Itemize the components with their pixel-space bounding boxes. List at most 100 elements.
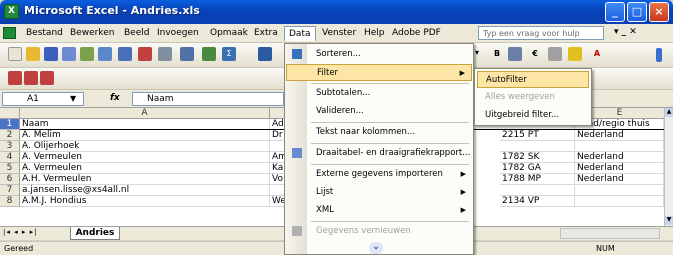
toolbar-options-icon[interactable] xyxy=(656,48,662,62)
cell-a[interactable]: A. Olijerhoek xyxy=(20,141,270,152)
excel-app-icon[interactable]: X xyxy=(4,4,19,19)
cell-a[interactable]: A. Vermeulen xyxy=(20,163,270,174)
row-header[interactable]: 4 xyxy=(0,152,20,163)
review-icon-3[interactable] xyxy=(40,71,54,85)
bold-icon[interactable]: B xyxy=(490,47,504,61)
menu-item-draaitabel[interactable]: Draaitabel- en draaigrafiekrapport... xyxy=(286,145,472,162)
cell-a[interactable]: A.H. Vermeulen xyxy=(20,174,270,185)
cell-d[interactable] xyxy=(500,185,575,196)
menu-bewerken[interactable]: Bewerken xyxy=(66,26,118,41)
menu-extra[interactable]: Extra xyxy=(250,26,282,41)
sort-ascending-icon[interactable] xyxy=(258,47,272,61)
review-icon-1[interactable] xyxy=(8,71,22,85)
menu-data[interactable]: Data xyxy=(284,26,316,41)
review-icon-2[interactable] xyxy=(24,71,38,85)
expand-menu-icon[interactable]: ⌄ xyxy=(369,242,383,254)
menu-item-alles-weergeven[interactable]: Alles weergeven xyxy=(477,89,589,106)
menu-item-autofilter[interactable]: AutoFilter xyxy=(477,71,589,88)
menu-invoegen[interactable]: Invoegen xyxy=(153,26,203,41)
cell-e[interactable]: Nederland xyxy=(575,174,664,185)
menu-item-tekst-naar-kolommen[interactable]: Tekst naar kolommen... xyxy=(286,124,472,141)
scroll-down-icon[interactable]: ▼ xyxy=(665,216,673,225)
cell-e[interactable] xyxy=(575,185,664,196)
cell-d[interactable]: 1782 SK xyxy=(500,152,575,163)
copy-icon[interactable] xyxy=(158,47,172,61)
menu-help[interactable]: Help xyxy=(360,26,389,41)
document-icon[interactable] xyxy=(3,27,16,39)
cell-a[interactable]: a.jansen.lisse@xs4all.nl xyxy=(20,185,270,196)
minimize-button[interactable]: _ xyxy=(605,2,625,22)
menu-item-subtotalen[interactable]: Subtotalen... xyxy=(286,85,472,102)
menu-adobe-pdf[interactable]: Adobe PDF xyxy=(388,26,445,41)
row-header[interactable]: 6 xyxy=(0,174,20,185)
menu-bar: Bestand Bewerken Beeld Invoegen Opmaak E… xyxy=(0,24,673,43)
cut-icon[interactable] xyxy=(138,47,152,61)
row-header[interactable]: 8 xyxy=(0,196,20,207)
cell-d[interactable]: 2215 PT xyxy=(500,130,575,141)
cell-a[interactable]: A. Vermeulen xyxy=(20,152,270,163)
menu-item-xml[interactable]: XML ▶ xyxy=(286,202,472,219)
save-icon[interactable] xyxy=(44,47,58,61)
cell-a[interactable]: A.M.J. Hondius xyxy=(20,196,270,207)
close-button[interactable]: × xyxy=(649,2,669,22)
menu-opmaak[interactable]: Opmaak xyxy=(206,26,252,41)
row-header[interactable]: 1 xyxy=(0,119,20,130)
horizontal-scrollbar[interactable] xyxy=(560,228,660,239)
document-window-controls[interactable]: ▾ _ ✕ xyxy=(614,27,637,37)
cell-d[interactable] xyxy=(500,141,575,152)
new-icon[interactable] xyxy=(8,47,22,61)
fill-color-icon[interactable] xyxy=(568,47,582,61)
toolbar-dropdown-icon[interactable]: ▾ xyxy=(475,48,483,60)
name-box-dropdown-icon[interactable]: ▼ xyxy=(70,94,76,103)
select-all-corner[interactable] xyxy=(0,108,20,119)
menu-item-externe-gegevens[interactable]: Externe gegevens importeren ▶ xyxy=(286,166,472,183)
menu-item-gegevens-vernieuwen[interactable]: Gegevens vernieuwen xyxy=(286,223,472,240)
row-header[interactable]: 2 xyxy=(0,130,20,141)
row-header[interactable]: 5 xyxy=(0,163,20,174)
menu-item-filter[interactable]: Filter ▶ xyxy=(286,64,472,81)
column-header-a[interactable]: A xyxy=(20,108,270,119)
cell-d[interactable]: 1782 GA xyxy=(500,163,575,174)
permission-icon[interactable] xyxy=(62,47,76,61)
filter-submenu: AutoFilter Alles weergeven Uitgebreid fi… xyxy=(474,68,592,126)
menu-venster[interactable]: Venster xyxy=(318,26,360,41)
fx-icon[interactable]: fx xyxy=(110,93,120,103)
cell-e[interactable] xyxy=(575,196,664,207)
cell-d[interactable]: 1788 MP xyxy=(500,174,575,185)
hyperlink-icon[interactable] xyxy=(202,47,216,61)
menu-separator xyxy=(311,164,469,165)
scroll-up-icon[interactable]: ▲ xyxy=(665,108,673,117)
menu-separator xyxy=(311,221,469,222)
cell-d[interactable]: 2134 VP xyxy=(500,196,575,207)
borders-icon[interactable] xyxy=(548,47,562,61)
currency-icon[interactable]: € xyxy=(528,47,542,61)
menu-item-uitgebreid-filter[interactable]: Uitgebreid filter... xyxy=(477,107,589,124)
align-center-icon[interactable] xyxy=(508,47,522,61)
menu-beeld[interactable]: Beeld xyxy=(120,26,153,41)
menu-bestand[interactable]: Bestand xyxy=(22,26,67,41)
spelling-icon[interactable] xyxy=(118,47,132,61)
print-preview-icon[interactable] xyxy=(98,47,112,61)
formula-input[interactable]: Naam xyxy=(132,92,284,106)
vertical-scrollbar[interactable]: ▲ ▼ xyxy=(664,108,673,226)
cell-e[interactable]: Nederland xyxy=(575,152,664,163)
cell-e[interactable]: Nederland xyxy=(575,163,664,174)
sheet-tab-andries[interactable]: Andries xyxy=(70,227,120,240)
help-question-input[interactable]: Typ een vraag voor hulp xyxy=(478,26,604,40)
row-header[interactable]: 3 xyxy=(0,141,20,152)
row-header[interactable]: 7 xyxy=(0,185,20,196)
sort-icon xyxy=(292,49,302,59)
undo-icon[interactable] xyxy=(180,47,194,61)
menu-item-lijst[interactable]: Lijst ▶ xyxy=(286,184,472,201)
open-icon[interactable] xyxy=(26,47,40,61)
font-color-icon[interactable]: A xyxy=(590,47,604,61)
cell-a[interactable]: A. Melim xyxy=(20,130,270,141)
maximize-button[interactable]: □ xyxy=(627,2,647,22)
cell-e[interactable]: Nederland xyxy=(575,130,664,141)
sheet-nav-arrows-icon[interactable]: |◂ ◂ ▸ ▸| xyxy=(3,228,37,236)
menu-item-valideren[interactable]: Valideren... xyxy=(286,103,472,120)
autosum-icon[interactable]: Σ xyxy=(222,47,236,61)
print-icon[interactable] xyxy=(80,47,94,61)
menu-item-sorteren[interactable]: Sorteren... xyxy=(286,46,472,63)
cell-e[interactable] xyxy=(575,141,664,152)
